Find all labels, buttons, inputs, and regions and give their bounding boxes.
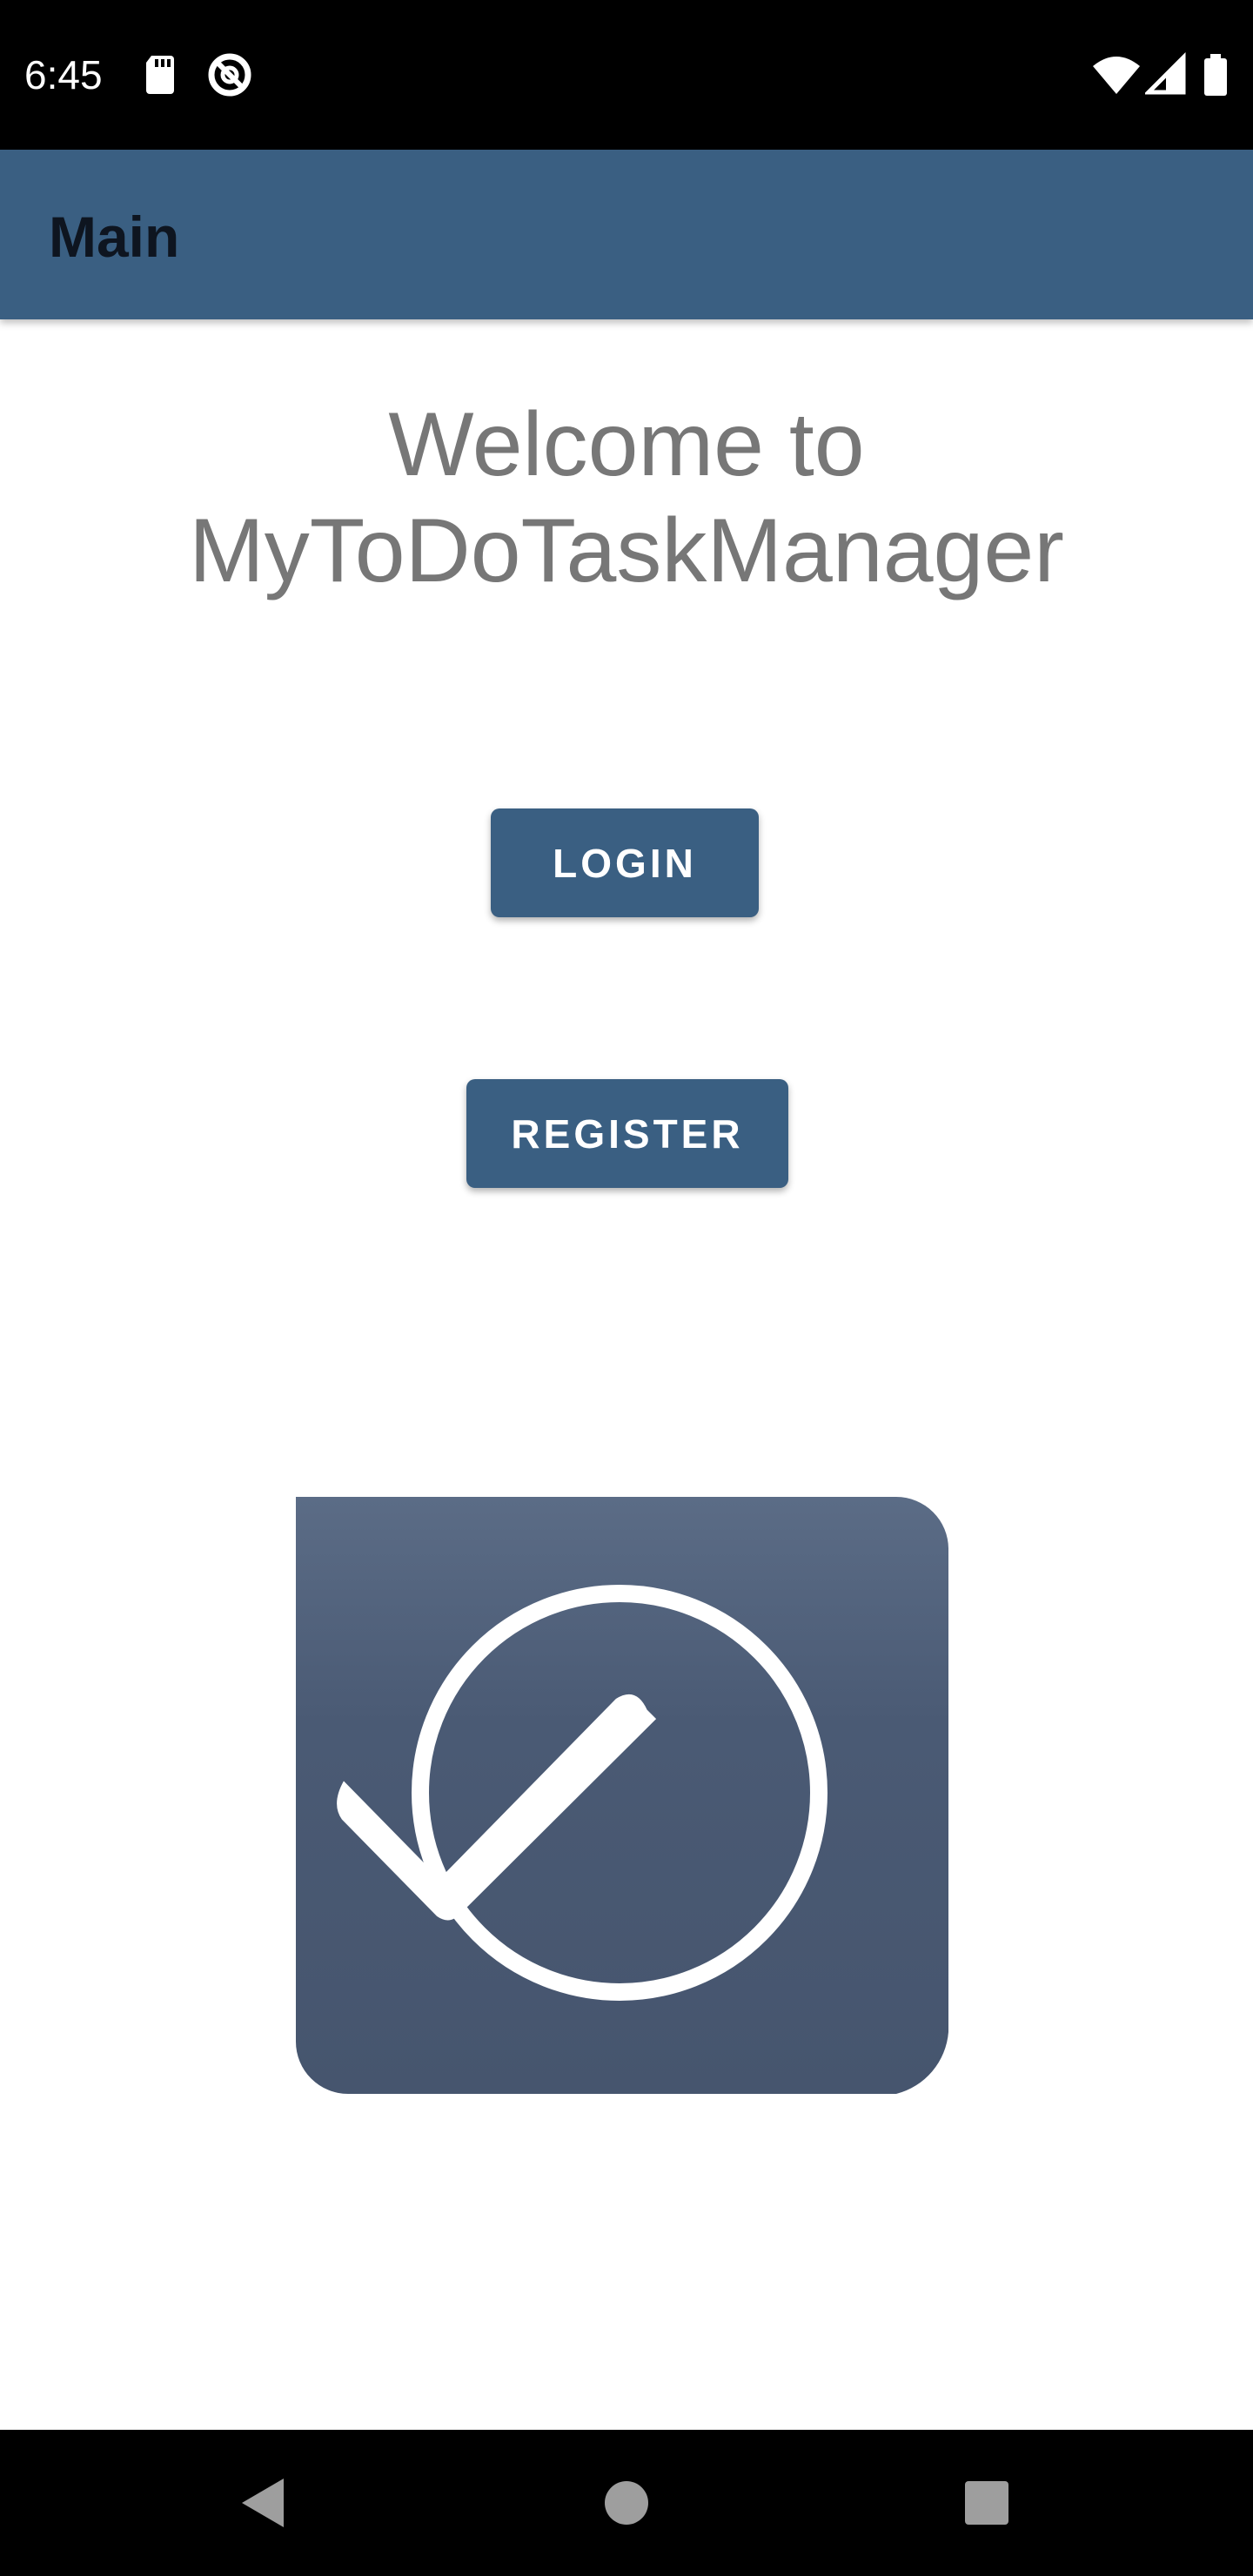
data-saver-icon xyxy=(205,49,254,101)
recents-icon[interactable] xyxy=(943,2459,1030,2546)
app-logo xyxy=(296,1497,948,2094)
login-button[interactable]: LOGIN xyxy=(491,808,759,917)
screen: 6:45 Main Welcome to MyToDoTaskManager L… xyxy=(0,0,1253,2576)
checkmark-circle-icon xyxy=(296,1497,948,2094)
status-time: 6:45 xyxy=(24,52,103,97)
sd-card-icon xyxy=(144,49,179,101)
app-bar: Main xyxy=(0,150,1253,319)
home-icon[interactable] xyxy=(583,2459,670,2546)
welcome-line-1: Welcome to xyxy=(388,394,865,495)
signal-icon xyxy=(1145,49,1187,101)
welcome-heading: Welcome to MyToDoTaskManager xyxy=(0,392,1253,604)
welcome-line-2: MyToDoTaskManager xyxy=(189,500,1064,601)
back-icon[interactable] xyxy=(219,2459,306,2546)
register-button[interactable]: REGISTER xyxy=(466,1079,788,1188)
battery-icon xyxy=(1201,49,1230,101)
app-bar-title: Main xyxy=(49,205,180,269)
status-bar: 6:45 xyxy=(0,0,1253,150)
wifi-icon xyxy=(1091,49,1142,101)
navigation-bar xyxy=(0,2430,1253,2576)
